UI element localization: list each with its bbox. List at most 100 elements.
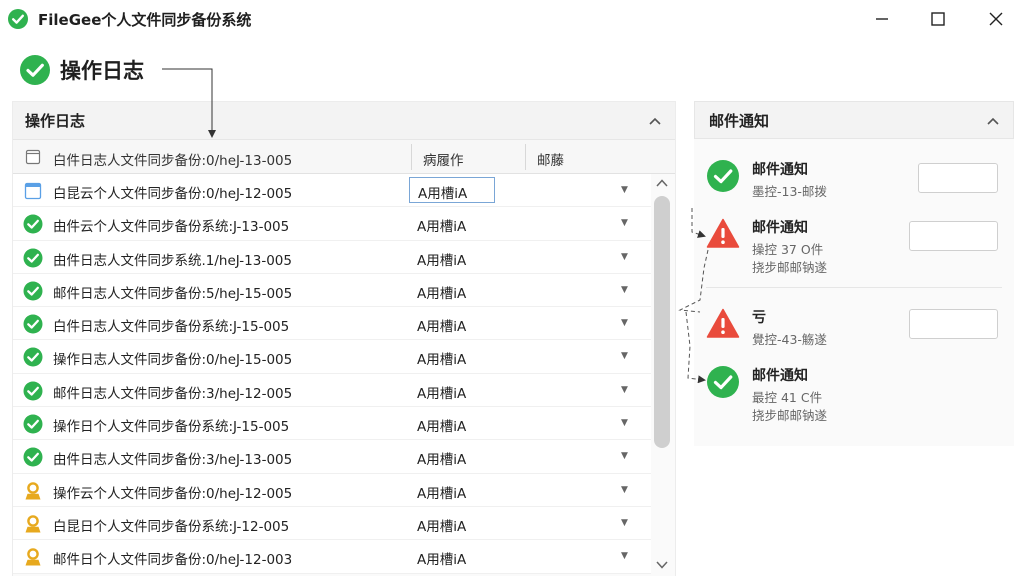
notice-title: 亏 bbox=[752, 310, 766, 326]
user-warning-icon bbox=[25, 515, 41, 533]
notice-input[interactable] bbox=[909, 309, 998, 339]
chevron-up-icon[interactable] bbox=[645, 111, 665, 131]
success-check-icon bbox=[23, 314, 43, 334]
log-scrollbar[interactable] bbox=[651, 174, 673, 576]
log-entry-name: 操作云个人文件同步备份:0/heJ-12-005 bbox=[53, 485, 293, 502]
dropdown-arrow-icon[interactable]: ▼ bbox=[621, 318, 628, 328]
column-divider[interactable] bbox=[525, 144, 526, 170]
check-circle-icon bbox=[707, 160, 739, 192]
minimize-button[interactable] bbox=[860, 4, 904, 34]
success-check-icon bbox=[23, 214, 43, 234]
notice-detail: 操控 37 O件 bbox=[752, 242, 824, 257]
success-check-icon bbox=[23, 447, 43, 467]
log-table-header: 白件日志人文件同步备份:0/heJ-13-005 病履作 邮藤 bbox=[13, 140, 675, 174]
log-entry-name: 由件日志人文件同步备份:3/heJ-13-005 bbox=[53, 452, 293, 469]
title-bar: FileGee个人文件同步备份系统 bbox=[0, 0, 1024, 38]
log-panel-title: 操作日志 bbox=[25, 112, 86, 130]
page-title: 操作日志 bbox=[60, 59, 144, 83]
success-check-icon bbox=[23, 347, 43, 367]
table-row[interactable]: 操作日志人文件同步备份:0/heJ-15-005 A用槽iA ▼ bbox=[13, 340, 653, 374]
notice-detail: 墨控-13-邮拨 bbox=[752, 184, 827, 199]
owner-cell[interactable]: A用槽iA bbox=[417, 548, 466, 568]
notice-input[interactable] bbox=[918, 163, 998, 193]
user-warning-icon bbox=[25, 548, 41, 566]
owner-cell[interactable]: A用槽iA bbox=[417, 448, 466, 468]
owner-cell[interactable]: A用槽iA bbox=[417, 482, 466, 502]
scrollbar-thumb[interactable] bbox=[654, 196, 670, 448]
dropdown-arrow-icon[interactable]: ▼ bbox=[621, 451, 628, 461]
mail-panel-title: 邮件通知 bbox=[709, 111, 770, 130]
dropdown-arrow-icon[interactable]: ▼ bbox=[621, 185, 628, 195]
owner-cell[interactable]: A用槽iA bbox=[417, 348, 466, 368]
column-header-name[interactable]: 白件日志人文件同步备份:0/heJ-13-005 bbox=[53, 149, 292, 169]
user-warning-icon bbox=[25, 481, 41, 500]
dropdown-arrow-icon[interactable]: ▼ bbox=[621, 218, 628, 228]
owner-cell[interactable]: A用槽iA bbox=[417, 415, 466, 435]
table-row[interactable]: 由件云个人文件同步备份系统:J-13-005 A用槽iA ▼ bbox=[13, 207, 653, 241]
column-header-owner[interactable]: 病履作 bbox=[423, 149, 464, 169]
table-row[interactable]: 由件日志人文件同步备份:3/heJ-13-005 A用槽iA ▼ bbox=[13, 440, 653, 474]
app-window: FileGee个人文件同步备份系统 操作日志 操作日志 白件日志人文件同步备份:… bbox=[0, 0, 1024, 576]
log-entry-name: 邮件日志人文件同步备份:3/heJ-12-005 bbox=[53, 385, 293, 402]
dropdown-arrow-icon[interactable]: ▼ bbox=[621, 485, 628, 495]
dropdown-arrow-icon[interactable]: ▼ bbox=[621, 252, 628, 262]
maximize-button[interactable] bbox=[916, 4, 960, 34]
log-panel-header: 操作日志 bbox=[13, 102, 675, 140]
warning-triangle-icon bbox=[706, 308, 740, 338]
notice-detail: 挠步邮邮钠遂 bbox=[752, 408, 828, 423]
table-row[interactable]: 邮件日志人文件同步备份:3/heJ-12-005 A用槽iA ▼ bbox=[13, 373, 653, 408]
mail-panel-header: 邮件通知 bbox=[694, 101, 1014, 139]
check-circle-icon bbox=[20, 55, 50, 85]
owner-select-field[interactable]: A用槽iA bbox=[409, 177, 495, 203]
notice-divider bbox=[706, 287, 1002, 288]
app-check-icon bbox=[8, 9, 28, 29]
dropdown-arrow-icon[interactable]: ▼ bbox=[621, 418, 628, 428]
log-entry-name: 白昆云个人文件同步备份:0/heJ-12-005 bbox=[53, 186, 293, 202]
window-title: FileGee个人文件同步备份系统 bbox=[38, 11, 252, 29]
close-icon bbox=[989, 12, 1003, 26]
notice-detail: 覺控-43-觞遂 bbox=[752, 332, 827, 347]
log-entry-name: 由件云个人文件同步备份系统:J-13-005 bbox=[53, 219, 290, 236]
file-icon bbox=[24, 182, 42, 200]
table-row[interactable]: 邮件日个人文件同步备份:0/heJ-12-003 A用槽iA ▼ bbox=[13, 540, 653, 574]
scroll-up-icon[interactable] bbox=[654, 176, 670, 190]
owner-cell[interactable]: A用槽iA bbox=[417, 249, 466, 269]
notice-input[interactable] bbox=[909, 221, 998, 251]
notice-title: 邮件通知 bbox=[752, 368, 808, 384]
log-entry-name: 邮件日个人文件同步备份:0/heJ-12-003 bbox=[53, 552, 293, 569]
minimize-icon bbox=[876, 18, 888, 20]
column-header-mail[interactable]: 邮藤 bbox=[537, 149, 564, 169]
table-row[interactable]: 操作日个人文件同步备份系统:J-15-005 A用槽iA ▼ bbox=[13, 407, 653, 441]
table-row[interactable]: 邮件日志人文件同步备份:5/heJ-15-005 A用槽iA ▼ bbox=[13, 273, 653, 308]
close-button[interactable] bbox=[974, 4, 1018, 34]
notice-detail: 挠步邮邮钠遂 bbox=[752, 260, 828, 275]
dropdown-arrow-icon[interactable]: ▼ bbox=[621, 285, 628, 295]
column-divider[interactable] bbox=[411, 144, 412, 170]
dropdown-arrow-icon[interactable]: ▼ bbox=[621, 351, 628, 361]
table-row[interactable]: 白昆日个人文件同步备份系统:J-12-005 A用槽iA ▼ bbox=[13, 506, 653, 541]
document-icon bbox=[25, 149, 41, 165]
table-row[interactable]: 由件日志人文件同步系统.1/heJ-13-005 A用槽iA ▼ bbox=[13, 240, 653, 274]
notice-title: 邮件通知 bbox=[752, 220, 808, 236]
log-entry-name: 操作日个人文件同步备份系统:J-15-005 bbox=[53, 419, 290, 436]
notice-title: 邮件通知 bbox=[752, 162, 808, 178]
owner-cell[interactable]: A用槽iA bbox=[417, 315, 466, 335]
owner-cell[interactable]: A用槽iA bbox=[417, 515, 466, 535]
chevron-up-icon[interactable] bbox=[983, 111, 1003, 131]
dropdown-arrow-icon[interactable]: ▼ bbox=[621, 385, 628, 395]
table-row[interactable]: 操作云个人文件同步备份:0/heJ-12-005 A用槽iA ▼ bbox=[13, 473, 653, 507]
dropdown-arrow-icon[interactable]: ▼ bbox=[621, 551, 628, 561]
scroll-down-icon[interactable] bbox=[654, 558, 670, 572]
table-row[interactable]: 白昆云个人文件同步备份:0/heJ-12-005 A用槽iA ▼ bbox=[13, 174, 653, 208]
owner-cell[interactable]: A用槽iA bbox=[417, 382, 466, 402]
success-check-icon bbox=[23, 381, 43, 401]
owner-cell[interactable]: A用槽iA bbox=[417, 282, 466, 302]
mail-notification-panel: 邮件通知 邮件通知 墨控-13-邮拨 邮件通知 操控 37 O件 挠步邮邮钠遂 bbox=[694, 101, 1014, 446]
log-entry-name: 白昆日个人文件同步备份系统:J-12-005 bbox=[53, 518, 290, 535]
owner-cell[interactable]: A用槽iA bbox=[417, 215, 466, 235]
dropdown-arrow-icon[interactable]: ▼ bbox=[621, 518, 628, 528]
operation-log-panel: 操作日志 白件日志人文件同步备份:0/heJ-13-005 病履作 邮藤 白昆云… bbox=[12, 101, 676, 576]
table-row[interactable]: 白件日志人文件同步备份系统:J-15-005 A用槽iA ▼ bbox=[13, 307, 653, 341]
maximize-icon bbox=[931, 12, 945, 26]
log-entry-name: 由件日志人文件同步系统.1/heJ-13-005 bbox=[53, 252, 292, 269]
